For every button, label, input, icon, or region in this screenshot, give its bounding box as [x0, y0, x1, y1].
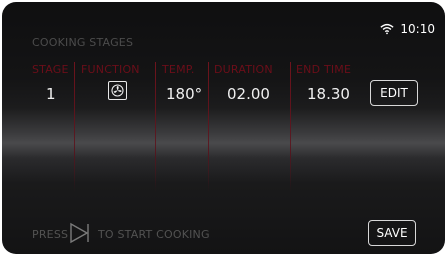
play-icon[interactable] [68, 222, 90, 244]
wifi-icon [380, 23, 394, 35]
column-header-duration: DURATION [214, 63, 273, 76]
start-cooking-label: TO START COOKING [98, 228, 210, 241]
column-divider [208, 62, 209, 192]
column-header-temp: TEMP. [162, 63, 195, 76]
temperature-value[interactable]: 180° [166, 85, 202, 103]
column-divider [155, 62, 156, 192]
end-time-value[interactable]: 18.30 [307, 85, 350, 103]
save-button[interactable]: SAVE [368, 220, 416, 246]
column-divider [290, 62, 291, 192]
duration-value[interactable]: 02.00 [227, 85, 270, 103]
fan-icon[interactable] [108, 81, 127, 100]
column-header-function: FUNCTION [81, 63, 140, 76]
edit-button[interactable]: EDIT [370, 80, 418, 106]
column-header-end-time: END TIME [296, 63, 352, 76]
screen-title: COOKING STAGES [32, 36, 134, 49]
column-header-stage: STAGE [32, 63, 69, 76]
stage-number: 1 [46, 85, 56, 103]
press-label: PRESS [32, 228, 69, 241]
status-bar: 10:10 [380, 22, 435, 36]
clock-time: 10:10 [400, 22, 435, 36]
column-divider [74, 62, 75, 192]
oven-display: COOKING STAGES 10:10 STAGE FUNCTION TEMP… [2, 2, 445, 254]
